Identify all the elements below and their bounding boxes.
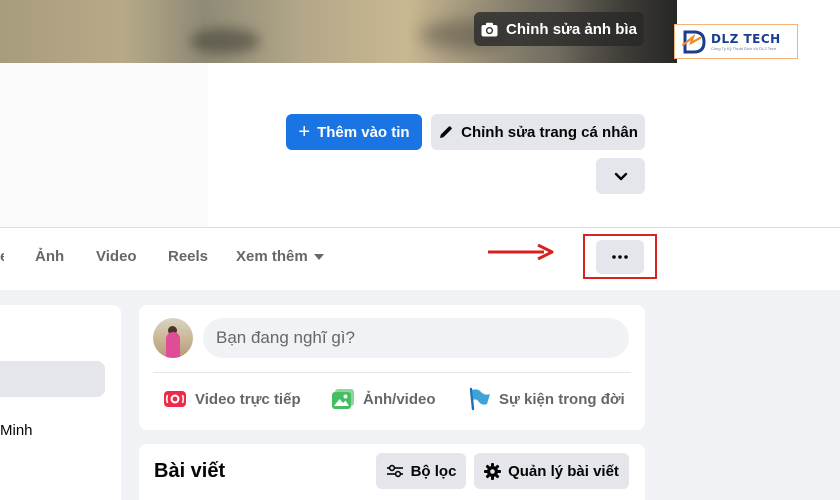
section-divider bbox=[0, 227, 840, 228]
manage-posts-label: Quản lý bài viết bbox=[508, 462, 619, 480]
intro-text: Minh bbox=[0, 422, 33, 439]
edit-cover-label: Chỉnh sửa ảnh bìa bbox=[506, 20, 637, 38]
logo-tagline: Công Ty Kỹ Thuật Dịch Vụ DLZ Tech bbox=[711, 45, 777, 51]
intro-card bbox=[0, 305, 121, 500]
chevron-down-icon bbox=[614, 172, 627, 180]
dlz-logo-mark-icon bbox=[681, 30, 706, 53]
camera-icon bbox=[481, 22, 498, 36]
live-video-button[interactable]: Video trực tiếp bbox=[163, 387, 301, 411]
tab-video[interactable]: Video bbox=[96, 248, 137, 265]
profile-options-dropdown[interactable] bbox=[596, 158, 645, 194]
red-arrow-annotation bbox=[488, 244, 554, 260]
avatar[interactable] bbox=[153, 318, 193, 358]
add-story-button[interactable]: + Thêm vào tin bbox=[286, 114, 422, 150]
composer-divider bbox=[153, 372, 631, 373]
edit-profile-button[interactable]: Chỉnh sửa trang cá nhân bbox=[431, 114, 645, 150]
tab-partial[interactable]: e bbox=[0, 248, 4, 265]
flag-icon bbox=[469, 387, 490, 411]
highlight-box-annotation bbox=[583, 234, 657, 279]
dlz-tech-logo: DLZ TECH Công Ty Kỹ Thuật Dịch Vụ DLZ Te… bbox=[674, 24, 798, 59]
caret-down-icon bbox=[313, 253, 324, 260]
filter-button[interactable]: Bộ lọc bbox=[376, 453, 466, 489]
sliders-icon bbox=[386, 464, 403, 478]
intro-button[interactable] bbox=[0, 361, 105, 397]
photo-video-button[interactable]: Ảnh/video bbox=[331, 387, 436, 411]
photo-icon bbox=[332, 389, 354, 409]
plus-icon: + bbox=[298, 121, 311, 143]
composer-input[interactable]: Bạn đang nghĩ gì? bbox=[203, 318, 629, 358]
edit-cover-button[interactable]: Chỉnh sửa ảnh bìa bbox=[474, 12, 644, 46]
filter-label: Bộ lọc bbox=[410, 462, 457, 480]
profile-picture-area bbox=[0, 63, 208, 227]
tab-photos[interactable]: Ảnh bbox=[35, 248, 64, 265]
pencil-icon bbox=[440, 126, 452, 138]
life-event-label: Sự kiện trong đời bbox=[499, 390, 625, 408]
edit-profile-label: Chỉnh sửa trang cá nhân bbox=[461, 123, 638, 141]
cover-photo: Chỉnh sửa ảnh bìa bbox=[0, 0, 677, 63]
see-more-label: Xem thêm bbox=[236, 248, 308, 265]
photo-video-label: Ảnh/video bbox=[363, 390, 436, 408]
life-event-button[interactable]: Sự kiện trong đời bbox=[467, 387, 625, 411]
gear-icon bbox=[484, 462, 502, 480]
posts-title: Bài viết bbox=[154, 460, 226, 482]
manage-posts-button[interactable]: Quản lý bài viết bbox=[474, 453, 629, 489]
tab-see-more[interactable]: Xem thêm bbox=[236, 248, 324, 265]
logo-name: DLZ TECH bbox=[711, 31, 781, 46]
add-story-label: Thêm vào tin bbox=[317, 123, 410, 141]
tab-reels[interactable]: Reels bbox=[168, 248, 208, 265]
live-video-label: Video trực tiếp bbox=[195, 390, 301, 408]
live-video-icon bbox=[164, 391, 186, 407]
